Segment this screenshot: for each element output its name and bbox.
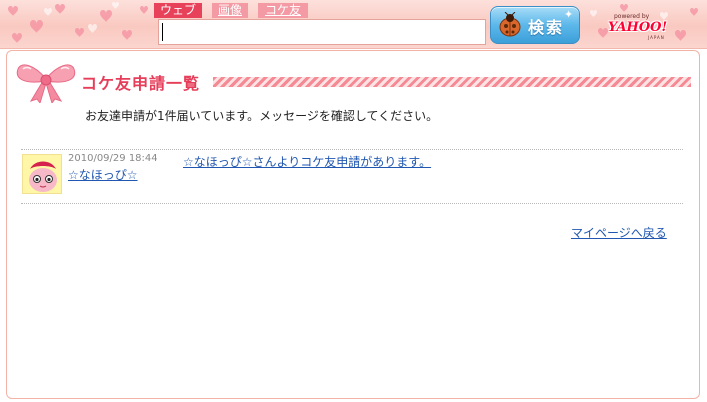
notice-text: お友達申請が1件届いています。メッセージを確認してください。 [85, 109, 439, 123]
divider [21, 203, 683, 204]
tab-web[interactable]: ウェブ [154, 3, 202, 18]
powered-by-text: powered by [614, 13, 650, 20]
avatar-character-icon [23, 155, 61, 193]
title-row: コケ友申請一覧 [15, 61, 693, 103]
yahoo-region: JAPAN [648, 35, 665, 40]
header-bar: ウェブ 画像 コケ友 検索 ✦ powered by YAHOO! JAPAN [0, 0, 707, 49]
tab-kokeyu[interactable]: コケ友 [258, 3, 308, 18]
page-title: コケ友申請一覧 [81, 74, 201, 93]
ribbon-icon [16, 64, 76, 103]
search-input[interactable] [158, 19, 486, 45]
request-date: 2010/09/29 18:44 [68, 153, 158, 164]
search-button-label: 検索 [528, 18, 565, 37]
sparkle-icon: ✦ [564, 8, 574, 21]
mypage-back-link[interactable]: マイページへ戻る [571, 224, 667, 241]
search-button[interactable]: 検索 ✦ [490, 6, 580, 44]
avatar[interactable] [22, 154, 62, 194]
request-user-link[interactable]: ☆なほっぴ☆ [68, 166, 138, 183]
tab-images[interactable]: 画像 [212, 3, 248, 18]
yahoo-logo[interactable]: powered by YAHOO! JAPAN [604, 13, 678, 41]
main-panel: コケ友申請一覧 お友達申請が1件届いています。メッセージを確認してください。 2… [6, 50, 700, 399]
text-caret [162, 23, 163, 41]
yahoo-wordmark: YAHOO! [608, 20, 668, 35]
divider [21, 149, 683, 150]
title-stripe [213, 77, 691, 87]
ladybug-icon [499, 12, 521, 37]
request-message-link[interactable]: ☆なほっぴ☆さんよりコケ友申請があります。 [183, 153, 431, 170]
